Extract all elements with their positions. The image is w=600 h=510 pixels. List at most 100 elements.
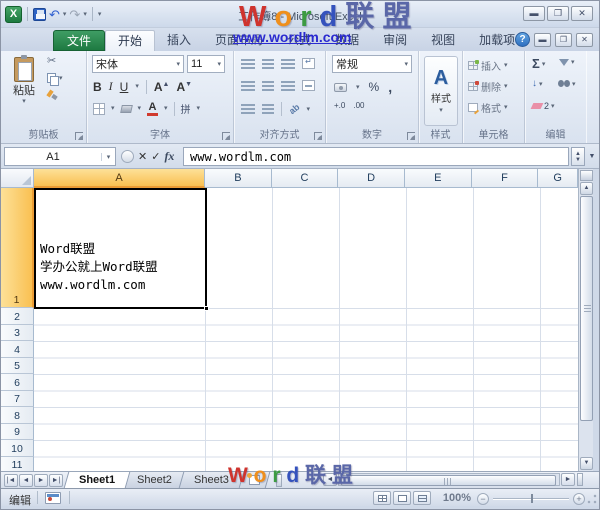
ribbon-tab[interactable]: 开始 [105, 30, 156, 51]
sheet-tab[interactable]: Sheet1 [63, 472, 131, 488]
scroll-left-icon[interactable]: ◄ [323, 473, 337, 486]
cancel-icon[interactable]: ✕ [138, 150, 147, 163]
font-color-button[interactable]: A [147, 101, 159, 116]
scroll-up-icon[interactable]: ▲ [580, 182, 593, 195]
decrease-decimal-button[interactable]: .00 [353, 101, 364, 110]
workbook-restore-button[interactable]: ❐ [555, 32, 572, 47]
column-header[interactable]: G [538, 169, 579, 188]
phonetic-guide-button[interactable]: 拼 [181, 101, 191, 116]
decrease-indent-icon[interactable] [241, 104, 255, 114]
close-button[interactable]: ✕ [571, 6, 593, 21]
row-header[interactable]: 10 [1, 440, 34, 457]
vertical-scroll-thumb[interactable] [580, 196, 593, 421]
scroll-down-icon[interactable]: ▼ [580, 457, 593, 470]
sort-filter-icon[interactable] [559, 59, 569, 66]
horizontal-scroll-thumb[interactable] [341, 475, 556, 486]
ribbon-tab[interactable]: 插入 [155, 30, 203, 51]
column-header[interactable]: E [404, 169, 472, 188]
column-header[interactable]: C [271, 169, 339, 188]
find-select-icon[interactable] [558, 80, 570, 88]
horizontal-scroll-track[interactable] [338, 473, 560, 486]
vertical-scrollbar[interactable]: ▲ ▼ [578, 169, 593, 471]
format-cells-button[interactable]: 格式 ▾ [468, 100, 508, 115]
bold-button[interactable]: B [93, 80, 102, 94]
row-header[interactable]: 5 [1, 357, 34, 374]
cells-area[interactable]: Word联盟 学办公就上Word联盟 www.wordlm.com [34, 188, 578, 471]
page-layout-view-icon[interactable] [393, 491, 411, 505]
row-header[interactable]: 7 [1, 390, 34, 407]
autosum-icon[interactable]: Σ [532, 57, 540, 70]
sheet-tab[interactable]: Sheet2 [121, 472, 188, 488]
zoom-in-icon[interactable]: + [573, 493, 585, 505]
chevron-down-icon[interactable]: ▾ [101, 152, 115, 161]
align-bottom-icon[interactable] [281, 58, 295, 69]
font-dialog-launcher-icon[interactable] [222, 132, 230, 140]
insert-worksheet-button[interactable] [239, 472, 271, 488]
align-top-icon[interactable] [241, 58, 255, 69]
help-icon[interactable]: ? [515, 32, 530, 47]
fill-handle[interactable] [204, 306, 209, 311]
zoom-out-icon[interactable]: − [477, 493, 489, 505]
sheet-tab[interactable]: Sheet3 [178, 472, 245, 488]
column-header[interactable]: B [205, 169, 272, 188]
percent-format-button[interactable]: % [369, 80, 380, 94]
restore-button[interactable]: ❐ [547, 6, 569, 21]
previous-sheet-icon[interactable]: ◄ [19, 473, 33, 487]
increase-decimal-button[interactable]: +.0 [334, 101, 345, 110]
ribbon-tab[interactable]: 页面布局 [203, 30, 275, 51]
fill-color-icon[interactable] [119, 104, 133, 113]
cut-icon[interactable]: ✂ [47, 56, 63, 67]
minimize-ribbon-icon[interactable]: △ [505, 35, 511, 44]
increase-indent-icon[interactable] [262, 104, 274, 114]
row-header[interactable]: 8 [1, 407, 34, 424]
delete-cells-button[interactable]: 删除 ▾ [468, 79, 508, 94]
minimize-button[interactable]: ▬ [523, 6, 545, 21]
row-header[interactable]: 1 [1, 188, 34, 308]
zoom-slider[interactable]: − + [477, 492, 585, 505]
resize-grip[interactable] [586, 493, 598, 505]
fill-icon[interactable]: ↓ [532, 79, 537, 89]
insert-function-icon[interactable]: fx [164, 149, 174, 164]
horizontal-scrollbar[interactable]: ◄ ► [323, 473, 583, 486]
align-center-icon[interactable] [262, 80, 274, 91]
name-box[interactable]: A1 ▾ [4, 147, 116, 166]
alignment-dialog-launcher-icon[interactable] [314, 132, 322, 140]
font-size-select[interactable]: 11 ▾ [187, 55, 225, 73]
column-header[interactable]: F [471, 169, 539, 188]
zoom-thumb[interactable] [531, 494, 533, 503]
enter-icon[interactable]: ✓ [151, 150, 160, 163]
ribbon-tab[interactable]: 文件 [53, 30, 106, 51]
zoom-level[interactable]: 100% [443, 492, 471, 504]
underline-button[interactable]: U [120, 80, 129, 94]
align-left-icon[interactable] [241, 80, 255, 91]
paste-dropdown-icon[interactable]: ▾ [22, 98, 26, 105]
format-painter-icon[interactable] [47, 90, 58, 101]
last-sheet-icon[interactable]: ►| [49, 473, 63, 487]
macro-record-icon[interactable] [45, 492, 61, 504]
align-right-icon[interactable] [281, 80, 295, 91]
copy-icon[interactable] [47, 73, 59, 86]
paste-button[interactable]: 粘贴 ▾ [6, 54, 42, 126]
comma-format-button[interactable]: , [388, 79, 392, 95]
align-middle-icon[interactable] [262, 58, 274, 69]
first-sheet-icon[interactable]: |◄ [4, 473, 18, 487]
cell-a1[interactable]: Word联盟 学办公就上Word联盟 www.wordlm.com [40, 188, 204, 307]
column-header[interactable]: A [34, 169, 206, 188]
font-name-select[interactable]: 宋体 ▾ [92, 55, 184, 73]
ribbon-tab[interactable]: 视图 [419, 30, 467, 51]
tab-split-handle[interactable] [275, 473, 282, 487]
workbook-close-button[interactable]: ✕ [576, 32, 593, 47]
formula-input[interactable]: www.wordlm.com [183, 147, 569, 166]
expand-formula-bar-icon[interactable]: ▼ [586, 147, 598, 166]
row-header[interactable]: 9 [1, 423, 34, 440]
italic-button[interactable]: I [109, 79, 113, 94]
borders-icon[interactable] [93, 102, 105, 115]
column-header[interactable]: D [338, 169, 405, 188]
next-sheet-icon[interactable]: ► [34, 473, 48, 487]
split-box[interactable] [580, 170, 593, 181]
ribbon-tab[interactable]: 公式 [275, 30, 323, 51]
insert-cells-button[interactable]: 插入 ▾ [468, 58, 508, 73]
clipboard-dialog-launcher-icon[interactable] [75, 132, 83, 140]
scroll-right-icon[interactable]: ► [561, 473, 575, 486]
grow-font-button[interactable]: A▲ [154, 80, 170, 94]
